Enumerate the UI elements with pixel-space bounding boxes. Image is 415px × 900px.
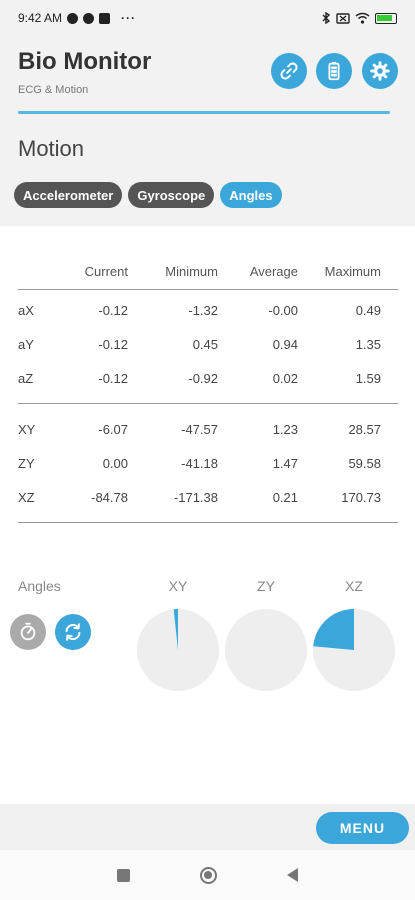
gauge-label-xz: XZ [345,578,363,594]
motion-tabs: Accelerometer Gyroscope Angles [14,182,282,208]
value-maximum: 170.73 [341,489,381,505]
table-divider [18,403,398,404]
section-title: Motion [18,136,85,161]
tab-accelerometer[interactable]: Accelerometer [14,182,123,208]
value-minimum: -1.32 [188,302,218,318]
table-divider [18,522,398,523]
value-minimum: -171.38 [173,489,218,505]
battery-status-icon [375,12,397,24]
menu-button[interactable]: MENU [316,812,409,844]
gauge-fill [313,609,354,650]
value-maximum: 1.59 [355,370,381,386]
header-minimum: Minimum [165,263,218,279]
value-maximum: 59.58 [348,455,381,471]
value-current: -0.12 [98,336,128,352]
value-current: -6.07 [98,421,128,437]
gauge-zy [225,609,307,691]
recents-icon[interactable] [117,868,130,882]
value-average: -0.00 [268,302,298,318]
row-label: aY [18,336,34,352]
app-title: Bio Monitor [18,48,152,75]
table-row: aZ -0.12 -0.92 0.02 1.59 [18,361,398,395]
gauge-label-xy: XY [168,578,188,594]
value-average: 1.23 [272,421,298,437]
app-header: Bio Monitor ECG & Motion [0,36,415,116]
table-row: ZY 0.00 -41.18 1.47 59.58 [18,446,398,480]
sync-icon [65,623,81,641]
header-average: Average [249,263,298,279]
value-minimum: -41.18 [181,455,218,471]
notification-icon-3 [99,12,111,24]
system-nav-bar [0,850,415,900]
reset-button[interactable] [55,614,91,650]
table-row: aX -0.12 -1.32 -0.00 0.49 [18,293,398,327]
bluetooth-icon [322,12,331,24]
timer-button[interactable] [10,614,46,650]
connect-button[interactable] [271,53,307,89]
value-minimum: 0.45 [192,336,218,352]
value-average: 0.94 [272,336,298,352]
notification-icon-2 [83,12,95,24]
value-minimum: -47.57 [181,421,218,437]
link-icon [280,62,298,80]
wifi-icon [355,12,370,24]
value-average: 0.21 [272,489,298,505]
gauge-xz [313,609,395,691]
value-current: -84.78 [91,489,128,505]
value-current: 0.00 [102,455,128,471]
row-label: XZ [18,489,35,505]
bottom-bar: MENU [0,804,415,850]
tab-gyroscope[interactable]: Gyroscope [128,182,215,208]
status-bar: 9:42 AM ··· [0,0,415,36]
table-row: aY -0.12 0.45 0.94 1.35 [18,327,398,361]
battery-icon [328,61,340,81]
no-sim-icon [336,12,350,24]
content-panel: Current Minimum Average Maximum aX -0.12… [0,226,415,804]
value-current: -0.12 [98,370,128,386]
back-icon[interactable] [287,868,298,882]
app-subtitle: ECG & Motion [18,84,89,96]
home-icon[interactable] [200,866,217,884]
stopwatch-icon [20,622,36,641]
settings-button[interactable] [362,53,398,89]
header-maximum: Maximum [324,263,381,279]
table-row: XZ -84.78 -171.38 0.21 170.73 [18,480,398,514]
row-label: XY [18,421,36,437]
gauge-xy [137,609,219,691]
row-label: aZ [18,370,34,386]
more-notifications: ··· [121,11,137,25]
status-time: 9:42 AM [18,11,63,25]
header-current: Current [84,263,128,279]
value-maximum: 0.49 [355,302,381,318]
table-header: Current Minimum Average Maximum [18,256,398,286]
gear-icon [370,61,390,81]
stats-table: Current Minimum Average Maximum aX -0.12… [18,256,398,526]
row-label: ZY [18,455,35,471]
gauge-label-zy: ZY [257,578,275,594]
table-row: XY -6.07 -47.57 1.23 28.57 [18,412,398,446]
value-average: 1.47 [272,455,298,471]
row-label: aX [18,302,34,318]
tab-angles[interactable]: Angles [220,182,282,208]
value-minimum: -0.92 [188,370,218,386]
value-current: -0.12 [98,302,128,318]
value-maximum: 1.35 [355,336,381,352]
header-divider [18,111,390,114]
value-maximum: 28.57 [348,421,381,437]
value-average: 0.02 [272,370,298,386]
notification-icon [67,12,79,24]
table-divider [18,289,398,290]
gauge-background [225,609,307,691]
angles-label: Angles [18,578,61,594]
battery-button[interactable] [316,53,352,89]
